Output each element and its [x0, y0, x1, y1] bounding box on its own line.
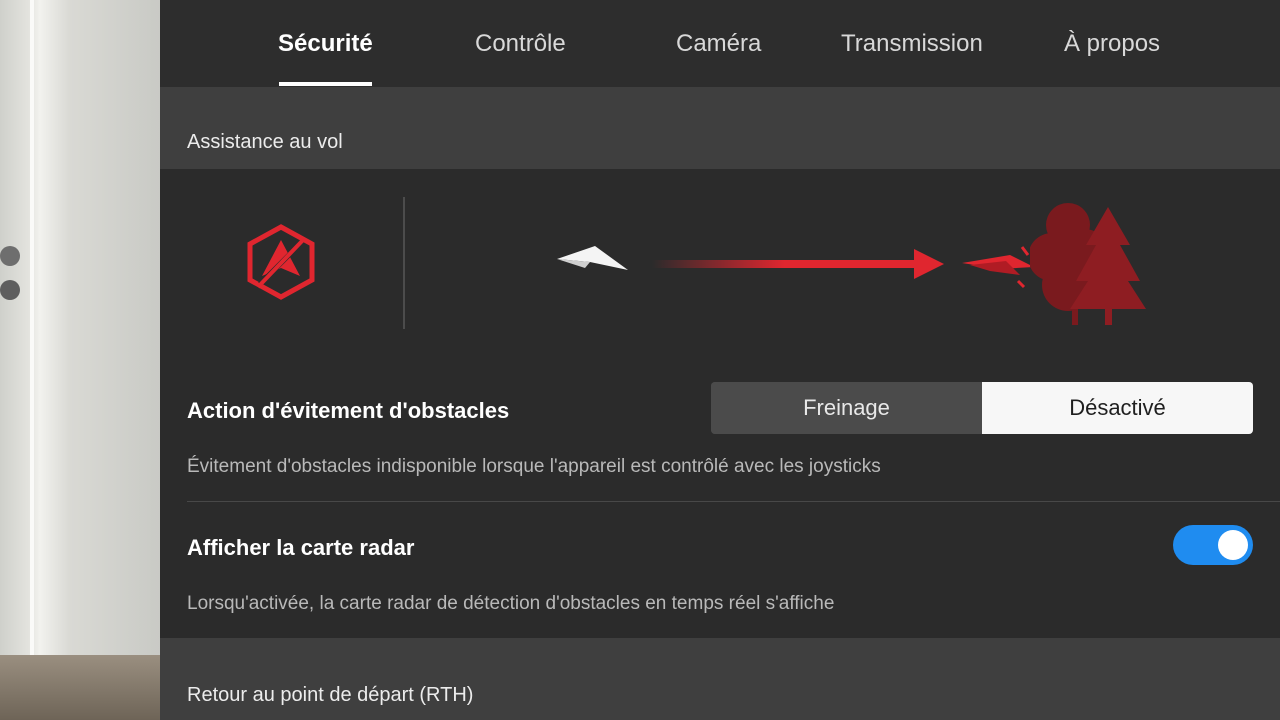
active-tab-indicator: [279, 82, 372, 86]
collision-icon: [962, 246, 1034, 289]
tab-securite[interactable]: Sécurité: [278, 30, 373, 58]
radar-map-title: Afficher la carte radar: [187, 535, 415, 560]
obstacle-avoidance-icon: [247, 224, 315, 300]
tab-camera[interactable]: Caméra: [676, 30, 761, 58]
paper-plane-icon: [557, 246, 628, 270]
section-title-rth: Retour au point de départ (RTH): [187, 684, 474, 706]
obstacle-action-title: Action d'évitement d'obstacles: [187, 398, 510, 423]
tab-a-propos[interactable]: À propos: [1064, 30, 1160, 58]
tab-controle[interactable]: Contrôle: [475, 30, 566, 58]
obstacle-action-selector: Freinage Désactivé: [711, 382, 1253, 434]
settings-panel: Sécurité Contrôle Caméra Transmission À …: [160, 0, 1280, 720]
background-floor: [0, 655, 160, 720]
camera-background: [0, 0, 160, 720]
row-divider: [187, 501, 1280, 502]
toggle-knob: [1218, 530, 1248, 560]
radar-map-description: Lorsqu'activée, la carte radar de détect…: [187, 593, 835, 614]
section-header-rth: Retour au point de départ (RTH): [160, 638, 1280, 720]
option-desactive[interactable]: Désactivé: [982, 382, 1253, 434]
flight-assist-illustration: [160, 169, 1280, 365]
radar-map-toggle[interactable]: [1173, 525, 1253, 565]
arrow-right-icon: [652, 249, 944, 279]
trees-icon: [1030, 203, 1146, 325]
obstacle-action-description: Évitement d'obstacles indisponible lorsq…: [187, 456, 881, 477]
background-door-lock: [0, 280, 20, 300]
settings-list: Action d'évitement d'obstacles Freinage …: [160, 365, 1280, 638]
section-title: Assistance au vol: [187, 131, 343, 153]
illustration-divider: [403, 197, 405, 329]
tab-transmission[interactable]: Transmission: [841, 30, 983, 58]
option-freinage[interactable]: Freinage: [711, 382, 982, 434]
background-door-edge: [30, 0, 34, 720]
background-door-handle: [0, 246, 20, 266]
tab-bar: Sécurité Contrôle Caméra Transmission À …: [160, 0, 1280, 87]
section-header-flight-assist: Assistance au vol: [160, 87, 1280, 169]
